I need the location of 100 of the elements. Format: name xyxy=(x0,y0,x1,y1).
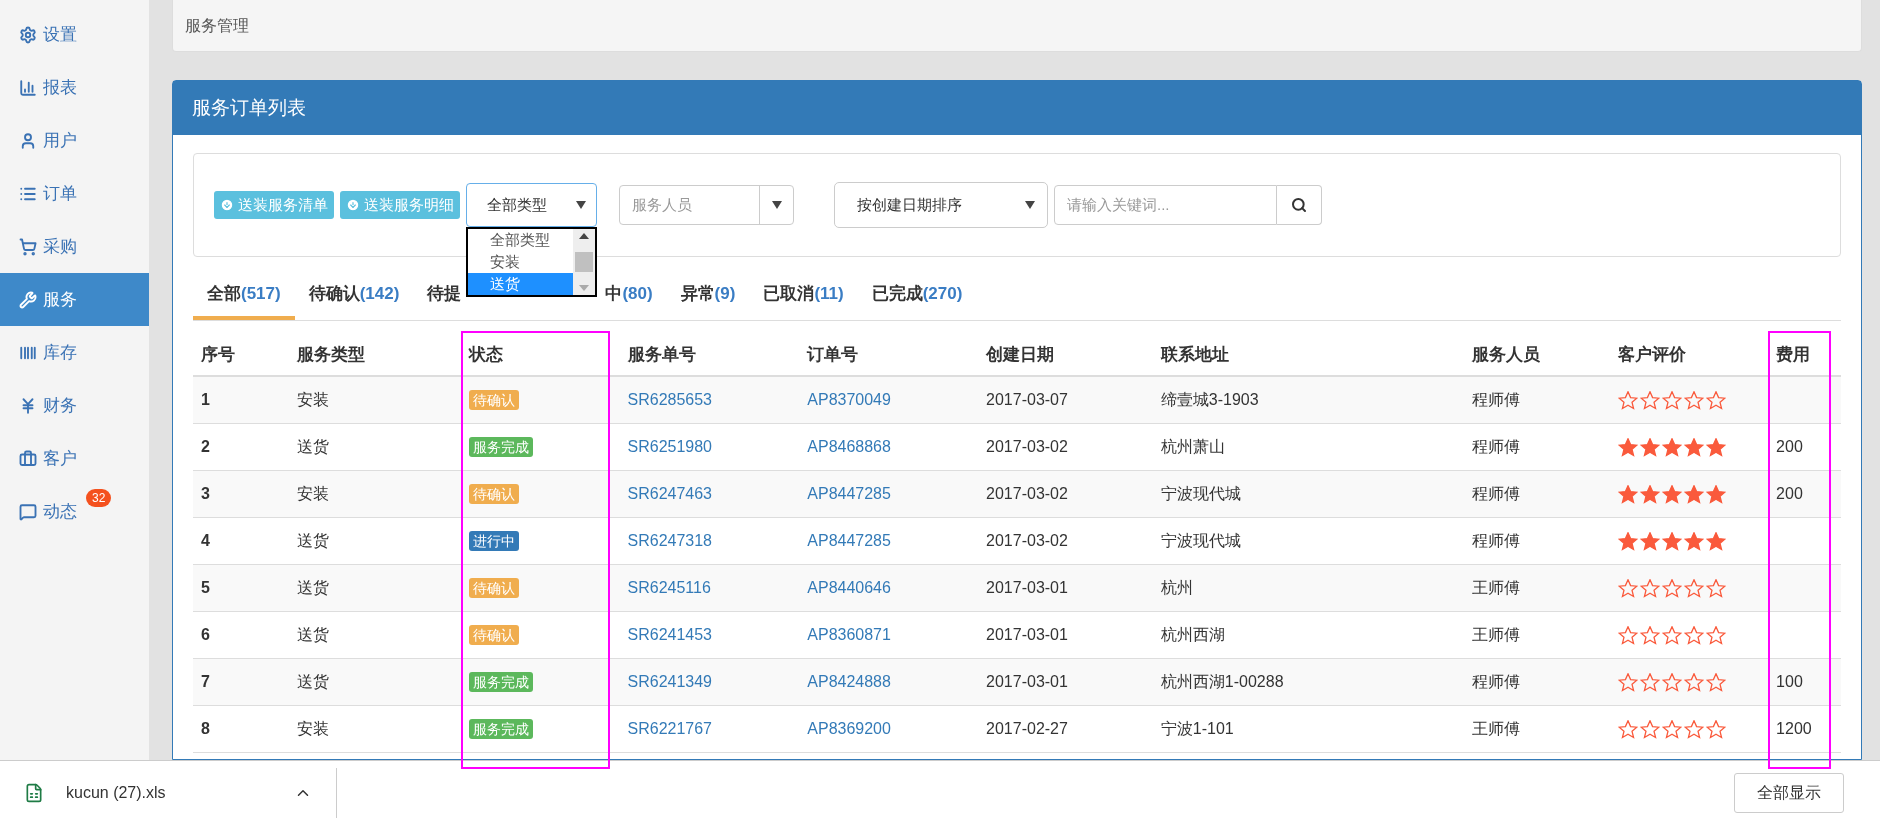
table-cell: 王师傅 xyxy=(1472,720,1521,737)
service-link[interactable]: SR6241453 xyxy=(627,626,712,643)
table-cell: 杭州 xyxy=(1160,579,1193,596)
sidebar-item[interactable]: 动态 32 xyxy=(0,485,149,538)
table-cell: 安装 xyxy=(296,391,329,408)
order-link[interactable]: AP8447285 xyxy=(807,532,891,549)
order-link[interactable]: AP8370049 xyxy=(807,391,891,408)
table-cell: 200 xyxy=(1776,438,1803,455)
search-button[interactable] xyxy=(1277,185,1322,225)
filled-star-icon xyxy=(1640,437,1661,457)
empty-star-icon xyxy=(1684,390,1705,410)
panel-title: 服务订单列表 xyxy=(173,81,1861,135)
service-link[interactable]: SR6247463 xyxy=(627,485,712,502)
empty-star-icon xyxy=(1640,719,1661,739)
empty-star-icon xyxy=(1706,578,1727,598)
table-cell: 5 xyxy=(201,579,210,596)
empty-star-icon xyxy=(1640,578,1661,598)
sidebar-item[interactable]: 采购 xyxy=(0,220,149,273)
empty-star-icon xyxy=(1706,672,1727,692)
empty-star-icon xyxy=(1618,390,1639,410)
dropdown-option[interactable]: 安装 xyxy=(468,251,573,273)
empty-star-icon xyxy=(1618,578,1639,598)
search-field[interactable]: 请输入关键词... xyxy=(1054,185,1277,225)
tab[interactable]: 全部(517) xyxy=(193,271,295,320)
order-link[interactable]: AP8447285 xyxy=(807,485,891,502)
table-cell: 送货 xyxy=(296,532,329,549)
staff-select[interactable]: 服务人员 xyxy=(619,185,794,225)
order-link[interactable]: AP8360871 xyxy=(807,626,891,643)
table-cell: 2017-03-01 xyxy=(986,626,1068,643)
filled-star-icon xyxy=(1618,531,1639,551)
tab[interactable]: 中(80) xyxy=(591,271,667,320)
sidebar-item[interactable]: 库存 xyxy=(0,326,149,379)
breadcrumb-bar: 服务管理 xyxy=(172,0,1862,52)
scrollbar[interactable] xyxy=(573,229,595,295)
cart-icon xyxy=(19,237,37,256)
sidebar-item[interactable]: 客户 xyxy=(0,432,149,485)
tab[interactable]: 已取消(11) xyxy=(749,271,858,320)
column-header: 序号 xyxy=(201,345,235,365)
sidebar-item[interactable]: 服务 xyxy=(0,273,149,326)
table-cell: 200 xyxy=(1776,485,1803,502)
status-badge: 服务完成 xyxy=(468,437,533,457)
order-link[interactable]: AP8369200 xyxy=(807,720,891,737)
status-badge: 进行中 xyxy=(468,531,519,551)
table-cell: 安装 xyxy=(296,720,329,737)
dropdown-option[interactable]: 全部类型 xyxy=(468,229,573,251)
empty-star-icon xyxy=(1618,672,1639,692)
empty-star-icon xyxy=(1706,719,1727,739)
file-name: kucun (27).xls xyxy=(66,783,166,803)
service-link[interactable]: SR6245116 xyxy=(627,579,711,596)
column-header: 订单号 xyxy=(807,345,859,365)
service-link[interactable]: SR6247318 xyxy=(627,532,712,549)
settings-icon xyxy=(19,25,37,44)
table-cell: 王师傅 xyxy=(1472,626,1521,643)
sidebar-item[interactable]: 用户 xyxy=(0,114,149,167)
tab[interactable]: 已完成(270) xyxy=(857,271,977,320)
empty-star-icon xyxy=(1618,625,1639,645)
table-cell: 2017-03-01 xyxy=(986,579,1068,596)
sidebar-item[interactable]: 财务 xyxy=(0,379,149,432)
empty-star-icon xyxy=(1662,390,1683,410)
table-cell: 程师傅 xyxy=(1472,391,1521,408)
tab[interactable]: 待确认(142) xyxy=(294,271,414,320)
filled-star-icon xyxy=(1640,531,1661,551)
scroll-up-arrow-icon[interactable] xyxy=(579,233,589,239)
table-cell: 2017-03-02 xyxy=(986,532,1068,549)
dropdown-option[interactable]: 送货 xyxy=(468,273,573,295)
order-link[interactable]: AP8468868 xyxy=(807,438,891,455)
empty-star-icon xyxy=(1684,578,1705,598)
service-link[interactable]: SR6285653 xyxy=(627,391,712,408)
column-header: 服务人员 xyxy=(1472,345,1541,365)
sort-select[interactable]: 按创建日期排序 xyxy=(834,182,1048,228)
table-cell: 3 xyxy=(201,485,210,502)
filled-star-icon xyxy=(1618,484,1639,504)
column-header: 客户评价 xyxy=(1618,345,1687,365)
tab[interactable]: 异常(9) xyxy=(666,271,750,320)
service-link[interactable]: SR6221767 xyxy=(627,720,712,737)
user-icon xyxy=(19,131,37,150)
order-link[interactable]: AP8440646 xyxy=(807,579,891,596)
status-badge: 服务完成 xyxy=(468,672,533,692)
table-cell: 杭州西湖1-00288 xyxy=(1160,673,1284,690)
wrench-icon xyxy=(19,290,37,309)
service-link[interactable]: SR6251980 xyxy=(627,438,712,455)
service-link[interactable]: SR6241349 xyxy=(627,673,712,690)
table-cell: 7 xyxy=(201,673,210,690)
table-cell: 宁波现代城 xyxy=(1160,485,1241,502)
sidebar-item[interactable]: 订单 xyxy=(0,167,149,220)
filled-star-icon xyxy=(1684,484,1705,504)
download-icon xyxy=(220,198,234,212)
caret-icon xyxy=(1025,201,1035,209)
column-header: 状态 xyxy=(468,345,503,365)
order-link[interactable]: AP8424888 xyxy=(807,673,891,690)
empty-star-icon xyxy=(1640,625,1661,645)
type-select[interactable]: 全部类型 xyxy=(466,183,597,227)
show-all-button[interactable]: 全部显示 xyxy=(1734,773,1844,813)
sidebar-item[interactable]: 设置 xyxy=(0,8,149,61)
sidebar-item[interactable]: 报表 xyxy=(0,61,149,114)
table-cell: 2 xyxy=(201,438,210,455)
empty-star-icon xyxy=(1684,625,1705,645)
status-badge: 待确认 xyxy=(468,390,519,410)
scrollbar-thumb[interactable] xyxy=(575,252,593,272)
filled-star-icon xyxy=(1618,437,1639,457)
